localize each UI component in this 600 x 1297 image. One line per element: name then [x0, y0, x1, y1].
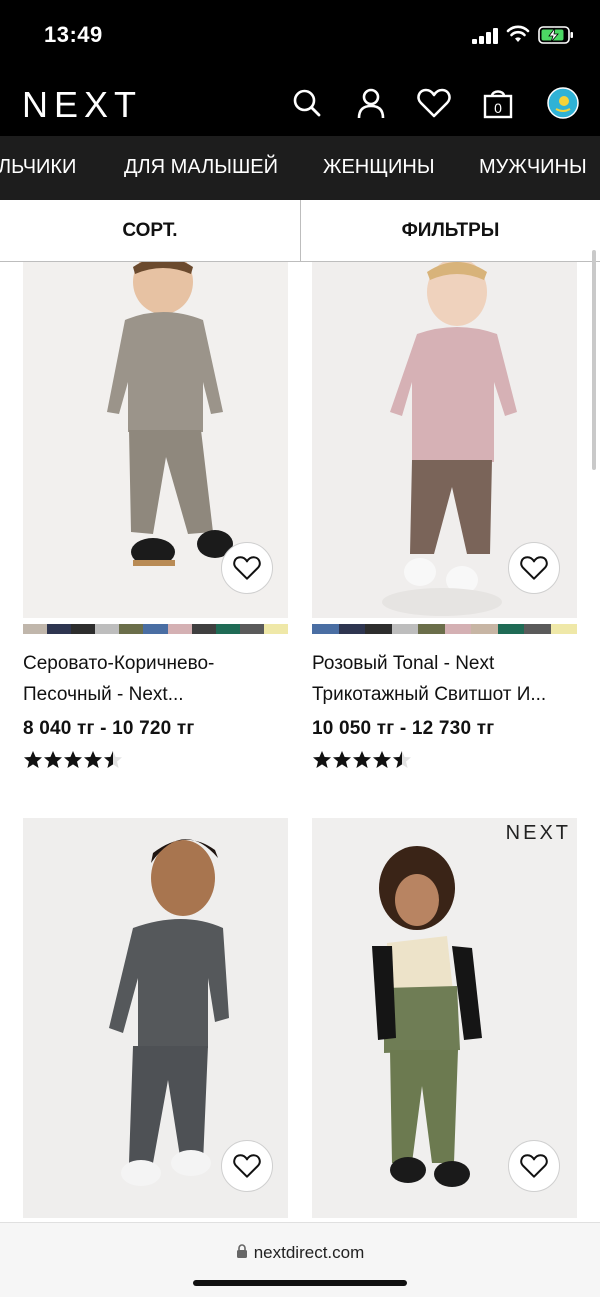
sort-filter-bar: СОРТ. ФИЛЬТРЫ: [0, 200, 600, 262]
colour-swatch[interactable]: [23, 624, 48, 634]
search-icon[interactable]: [290, 86, 324, 120]
star-icon: [24, 751, 42, 768]
colour-swatch[interactable]: [95, 624, 120, 634]
favourites-icon[interactable]: [417, 86, 451, 120]
colour-swatch[interactable]: [444, 624, 471, 634]
favourite-button[interactable]: [221, 542, 273, 594]
site-header: NEXT 0: [0, 70, 600, 136]
product-card[interactable]: NEXT: [312, 818, 577, 1234]
battery-charging-icon: [538, 26, 573, 44]
status-bar: 13:49: [0, 0, 600, 70]
colour-swatch[interactable]: [215, 624, 240, 634]
star-icon: [393, 751, 411, 768]
star-icon: [313, 751, 331, 768]
heart-icon: [520, 1154, 548, 1178]
home-indicator[interactable]: [193, 1280, 407, 1286]
colour-swatch[interactable]: [71, 624, 96, 634]
star-icon: [84, 751, 102, 768]
filter-button[interactable]: ФИЛЬТРЫ: [301, 200, 600, 261]
colour-swatch[interactable]: [167, 624, 192, 634]
star-icon: [333, 751, 351, 768]
account-icon[interactable]: [354, 86, 388, 120]
star-icon: [64, 751, 82, 768]
page-scrollbar[interactable]: [592, 250, 596, 470]
product-name-line2: Песочный - Next...: [23, 684, 184, 705]
product-image[interactable]: [23, 262, 288, 618]
product-price: 10 050 тг - 12 730 тг: [312, 718, 495, 739]
wifi-icon: [506, 25, 530, 42]
colour-swatch[interactable]: [497, 624, 524, 634]
colour-swatch[interactable]: [263, 624, 289, 634]
shopping-bag-icon[interactable]: 0: [481, 86, 515, 120]
heart-icon: [233, 1154, 261, 1178]
colour-swatch[interactable]: [365, 624, 392, 634]
favourite-button[interactable]: [508, 1140, 560, 1192]
colour-swatch[interactable]: [191, 624, 216, 634]
colour-swatch[interactable]: [418, 624, 445, 634]
product-name-line1: Серовато-Коричнево-: [23, 653, 215, 674]
product-card[interactable]: [23, 818, 288, 1234]
product-image[interactable]: [312, 262, 577, 618]
category-men[interactable]: МУЖЧИНЫ: [479, 156, 587, 179]
heart-icon: [233, 556, 261, 580]
product-name[interactable]: Розовый Tonal - Next Трикотажный Свитшот…: [312, 648, 577, 710]
rating-stars: [312, 750, 577, 770]
colour-swatch[interactable]: [119, 624, 144, 634]
category-boys[interactable]: ЛЬЧИКИ: [0, 156, 76, 179]
product-card[interactable]: Серовато-Коричнево- Песочный - Next... 8…: [23, 262, 289, 770]
country-flag-icon[interactable]: [546, 86, 580, 120]
colour-swatch[interactable]: [312, 624, 339, 634]
product-image[interactable]: [23, 818, 288, 1218]
colour-swatches[interactable]: [312, 624, 577, 634]
cellular-signal-icon: [472, 28, 498, 44]
colour-swatch[interactable]: [524, 624, 551, 634]
category-nav: ЛЬЧИКИ ДЛЯ МАЛЫШЕЙ ЖЕНЩИНЫ МУЖЧИНЫ: [0, 136, 600, 200]
brand-watermark: NEXT: [505, 822, 571, 844]
star-icon: [104, 751, 122, 768]
colour-swatch[interactable]: [143, 624, 168, 634]
colour-swatch[interactable]: [391, 624, 418, 634]
product-name[interactable]: Серовато-Коричнево- Песочный - Next...: [23, 648, 288, 710]
favourite-button[interactable]: [508, 542, 560, 594]
star-icon: [373, 751, 391, 768]
star-icon: [44, 751, 62, 768]
category-babies[interactable]: ДЛЯ МАЛЫШЕЙ: [124, 156, 278, 179]
product-name-line1: Розовый Tonal - Next: [312, 653, 495, 674]
product-name-line2: Трикотажный Свитшот И...: [312, 684, 547, 705]
product-image[interactable]: NEXT: [312, 818, 577, 1218]
svg-text:0: 0: [494, 100, 502, 116]
category-women[interactable]: ЖЕНЩИНЫ: [323, 156, 435, 179]
product-card[interactable]: Розовый Tonal - Next Трикотажный Свитшот…: [312, 262, 577, 770]
rating-stars: [23, 750, 288, 770]
colour-swatch[interactable]: [338, 624, 365, 634]
sort-button[interactable]: СОРТ.: [0, 200, 300, 261]
favourite-button[interactable]: [221, 1140, 273, 1192]
status-time: 13:49: [44, 22, 103, 47]
colour-swatch[interactable]: [471, 624, 498, 634]
heart-icon: [520, 556, 548, 580]
colour-swatches[interactable]: [23, 624, 289, 634]
product-price: 8 040 тг - 10 720 тг: [23, 718, 195, 739]
star-icon: [353, 751, 371, 768]
colour-swatch[interactable]: [47, 624, 72, 634]
colour-swatch[interactable]: [239, 624, 264, 634]
colour-swatch[interactable]: [550, 624, 577, 634]
next-logo[interactable]: NEXT: [22, 84, 142, 126]
address-text[interactable]: nextdirect.com: [0, 1243, 600, 1263]
lock-icon: [236, 1244, 247, 1258]
url-text: nextdirect.com: [253, 1243, 365, 1262]
